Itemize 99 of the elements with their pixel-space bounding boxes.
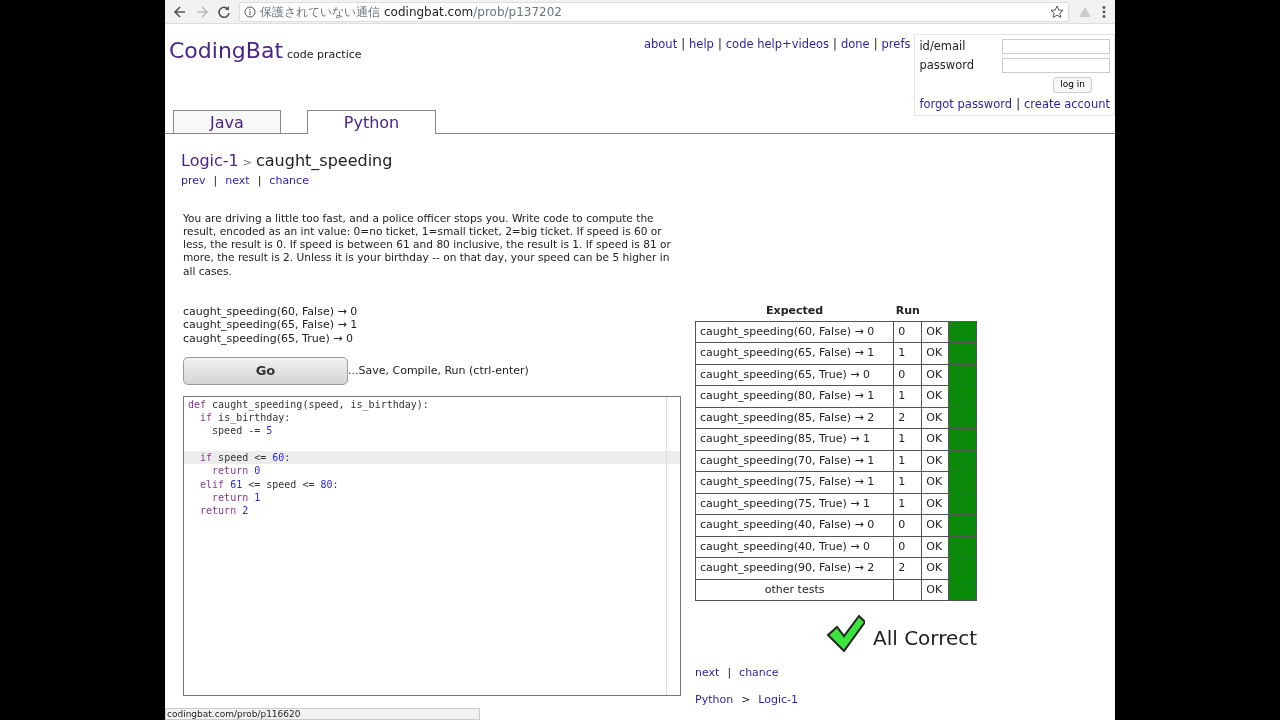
language-tab[interactable]: Java — [173, 110, 281, 133]
run-cell: 1 — [893, 428, 922, 450]
expected-cell: other tests — [695, 579, 894, 601]
run-cell: 0 — [893, 364, 922, 386]
go-hint: ...Save, Compile, Run (ctrl-enter) — [348, 362, 529, 379]
problem-nav-link[interactable]: chance — [269, 173, 309, 190]
code-line: return 2 — [199, 504, 250, 518]
run-cell: 1 — [893, 342, 922, 364]
status-url: codingbat.com/prob/p116620 — [165, 708, 480, 720]
expected-cell: caught_speeding(65, False) → 1 — [695, 342, 894, 364]
code-editor[interactable]: def caught_speeding(speed, is_birthday): if is_birthday: speed -= 5 if speed <= 60: return 0 elif 61 <= speed <= 80: return 1 return 2 — [183, 395, 681, 696]
problem-nav-link[interactable]: chance — [739, 665, 779, 682]
run-cell: 0 — [893, 321, 922, 343]
status-cell: OK — [921, 407, 949, 429]
expected-cell: caught_speeding(90, False) → 2 — [695, 557, 894, 579]
run-cell: 1 — [893, 471, 922, 493]
nav-link[interactable]: code help+videos — [725, 36, 830, 54]
expected-cell: caught_speeding(40, True) → 0 — [695, 536, 894, 558]
breadcrumb-link[interactable]: Python — [695, 691, 734, 708]
address-host: codingbat.com — [384, 3, 474, 21]
code-line: return 1 — [211, 490, 262, 505]
expected-cell: caught_speeding(85, False) → 2 — [695, 407, 894, 429]
expected-cell: caught_speeding(80, False) → 1 — [695, 385, 894, 407]
status-cell: OK — [921, 557, 949, 579]
back-icon[interactable] — [173, 4, 187, 19]
status-cell: OK — [921, 493, 949, 515]
code-line: elif 61 <= speed <= 80: — [199, 477, 340, 491]
account-link[interactable]: forgot password — [919, 95, 1013, 113]
code-line: return 0 — [211, 464, 262, 478]
run-cell: 1 — [893, 385, 922, 407]
input-field[interactable] — [1002, 58, 1110, 73]
problem-nav-link[interactable]: next — [225, 173, 250, 190]
code-line: if is_birthday: — [199, 411, 292, 425]
login-button[interactable]: log in — [1053, 77, 1092, 93]
example-line: caught_speeding(65, False) → 1 — [183, 318, 359, 332]
run-cell: 0 — [893, 536, 922, 558]
breadcrumb-separator: > — [242, 155, 252, 171]
status-cell: OK — [921, 536, 949, 558]
problem-nav-link[interactable]: prev — [181, 173, 206, 190]
code-line: speed -= 5 — [211, 424, 274, 438]
expected-cell: caught_speeding(85, True) → 1 — [695, 428, 894, 450]
info-icon[interactable] — [244, 5, 256, 18]
expected-cell: caught_speeding(40, False) → 0 — [695, 514, 894, 536]
example-line: caught_speeding(60, False) → 0 — [183, 305, 359, 319]
column-header: Run — [893, 302, 922, 321]
nav-link[interactable]: help — [689, 36, 714, 54]
menu-icon[interactable] — [1101, 4, 1107, 19]
problem-title: caught_speeding — [256, 150, 393, 172]
reload-icon[interactable] — [217, 4, 231, 19]
go-button[interactable]: Go — [183, 356, 348, 385]
status-cell: OK — [921, 428, 949, 450]
link-separator: | — [873, 36, 878, 53]
star-icon[interactable] — [1050, 4, 1064, 19]
field-label: password — [919, 56, 975, 74]
site-logo: CodingBat — [169, 37, 283, 65]
code-line: def caught_speeding(speed, is_birthday): — [187, 397, 430, 412]
status-cell: OK — [921, 342, 949, 364]
status-cell: OK — [921, 471, 949, 493]
language-tab[interactable]: Python — [307, 110, 436, 134]
breadcrumb-separator: > — [741, 691, 751, 708]
run-cell: 2 — [893, 407, 922, 429]
input-field[interactable] — [1002, 39, 1110, 54]
nav-link[interactable]: done — [840, 36, 870, 54]
run-cell: 0 — [893, 514, 922, 536]
address-path: /prob/p137202 — [473, 3, 562, 21]
status-cell: OK — [921, 450, 949, 472]
link-separator: | — [727, 665, 732, 681]
breadcrumb-link[interactable]: Logic-1 — [758, 691, 799, 708]
run-cell: 1 — [893, 450, 922, 472]
status-cell: OK — [921, 579, 949, 601]
section-link[interactable]: Logic-1 — [181, 149, 239, 173]
link-separator: | — [257, 173, 262, 189]
security-warning: 保護されていない通信 — [260, 3, 380, 21]
nav-link[interactable]: prefs — [881, 36, 911, 54]
link-separator: | — [681, 36, 686, 53]
status-cell: OK — [921, 321, 949, 343]
example-line: caught_speeding(65, True) → 0 — [183, 331, 354, 345]
expected-cell: caught_speeding(60, False) → 0 — [695, 321, 894, 343]
run-cell: 2 — [893, 557, 922, 579]
link-separator: | — [213, 173, 218, 189]
expected-cell: caught_speeding(70, False) → 1 — [695, 450, 894, 472]
link-separator: | — [833, 36, 837, 53]
status-cell: OK — [921, 514, 949, 536]
link-separator: | — [717, 36, 722, 53]
expected-cell: caught_speeding(75, False) → 1 — [695, 471, 894, 493]
column-header: Expected — [695, 302, 894, 321]
problem-description: You are driving a little too fast, and a police officer stops you. Write code to compute the result, encoded as an int value: 0=no ticket, 1=small ticket, 2=big ticket. If speed is 60 or less, the result is 0. If speed is between 61 and 80 inclusive, the result is 1. If speed is 81 or more, the result is 2. Unless it is your birthday -- on that day, your speed can be 5 higher in all cases. — [183, 211, 672, 278]
problem-nav-link[interactable]: next — [695, 665, 720, 682]
link-separator: | — [1016, 95, 1020, 113]
run-cell: 1 — [893, 493, 922, 515]
expected-cell: caught_speeding(75, True) → 1 — [695, 493, 894, 515]
verdict-text: All Correct — [873, 625, 978, 652]
site-tagline: code practice — [287, 47, 362, 63]
status-cell: OK — [921, 385, 949, 407]
status-cell: OK — [921, 364, 949, 386]
expected-cell: caught_speeding(65, True) → 0 — [695, 364, 894, 386]
account-link[interactable]: create account — [1024, 95, 1110, 113]
nav-link[interactable]: about — [644, 36, 678, 54]
field-label: id/email — [919, 37, 966, 55]
